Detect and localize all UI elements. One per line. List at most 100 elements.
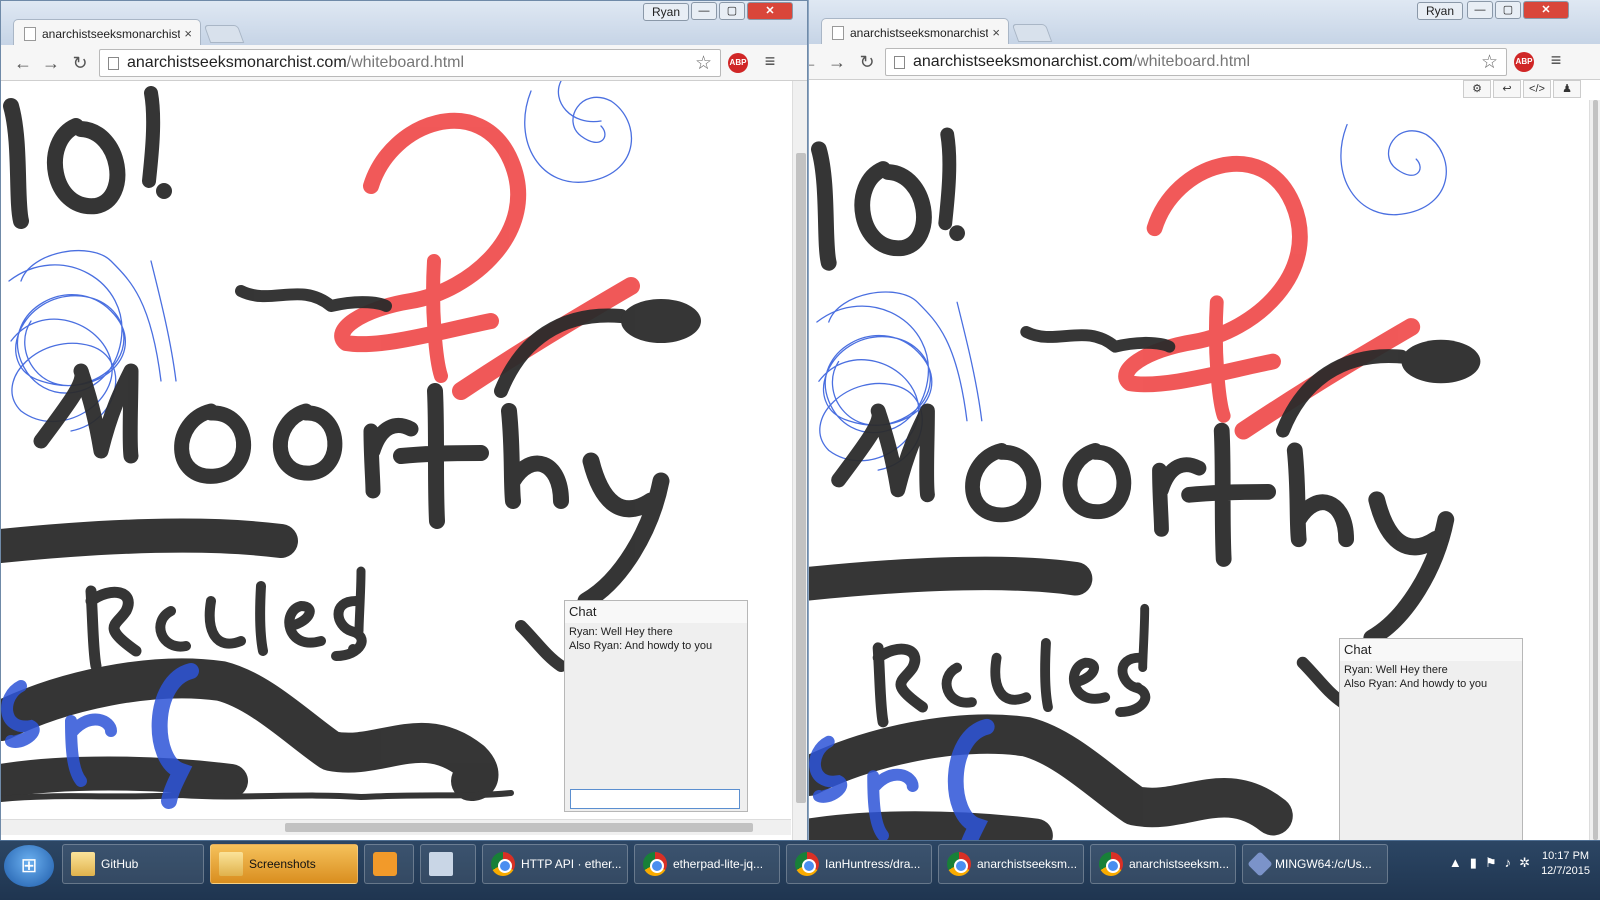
reload-icon[interactable]: ↻ (68, 51, 92, 75)
black-stroke (155, 581, 367, 661)
volume-icon[interactable]: ♪ (1505, 855, 1512, 871)
vertical-scrollbar[interactable] (1589, 100, 1600, 868)
tab-close-icon[interactable]: × (992, 25, 1000, 40)
browser-tab[interactable]: anarchistseeksmonarchist.com × (821, 18, 1009, 46)
reload-icon[interactable]: ↻ (855, 50, 879, 74)
black-stroke (577, 452, 670, 610)
taskbar-item-label: GitHub (101, 857, 139, 871)
tab-close-icon[interactable]: × (184, 26, 192, 41)
black-blob (1401, 339, 1481, 384)
taskbar: ⊞ GitHub Screenshots HTTP API · ether...… (0, 840, 1600, 900)
chrome-icon (795, 852, 819, 876)
taskbar-item-chrome[interactable]: IanHuntress/dra... (786, 844, 932, 884)
new-tab-button[interactable] (1011, 24, 1053, 42)
black-stroke (3, 98, 29, 229)
url-host: anarchistseeksmonarchist.com (127, 54, 347, 71)
black-stroke (1276, 349, 1409, 438)
black-stroke (1181, 422, 1277, 567)
close-button[interactable]: ✕ (1523, 1, 1569, 19)
tab-title: anarchistseeksmonarchist.com (850, 25, 989, 40)
profile-button[interactable]: Ryan (1417, 2, 1464, 20)
black-dot (1132, 682, 1143, 693)
maximize-button[interactable]: ▢ (1495, 1, 1521, 19)
close-button[interactable]: ✕ (747, 2, 793, 20)
start-button[interactable]: ⊞ (4, 845, 54, 887)
browser-toolbar: ← → ↻ anarchistseeksmonarchist.com /whit… (809, 44, 1600, 80)
blue-scribble-stroke (524, 90, 633, 183)
black-stroke (1138, 603, 1150, 673)
taskbar-item-chrome[interactable]: anarchistseeksm... (938, 844, 1084, 884)
page-icon (894, 55, 905, 69)
folder-icon (219, 852, 243, 876)
taskbar-item-chrome[interactable]: HTTP API · ether... (482, 844, 628, 884)
minimize-button[interactable]: — (1467, 1, 1493, 19)
undo-icon[interactable]: ↩ (1493, 80, 1521, 98)
network-icon[interactable]: ▮ (1470, 855, 1477, 871)
black-dot (949, 225, 965, 242)
chat-title: Chat (1340, 639, 1522, 661)
black-dot (156, 183, 172, 199)
vertical-scrollbar[interactable] (792, 81, 807, 841)
menu-icon[interactable]: ≡ (1545, 50, 1567, 74)
black-stroke (1, 756, 248, 798)
forward-icon[interactable]: → (825, 50, 849, 74)
window-frame: anarchistseeksmonarchist.com × Ryan — ▢ … (809, 0, 1600, 46)
chrome-icon (491, 852, 515, 876)
black-stroke (810, 141, 837, 271)
show-hidden-icons-icon[interactable]: ▲ (1449, 855, 1462, 871)
bookmark-star-icon[interactable]: ☆ (695, 52, 712, 75)
flag-icon[interactable]: ⚑ (1485, 855, 1497, 871)
black-stroke (494, 308, 628, 398)
scrollbar-thumb[interactable] (796, 153, 806, 803)
black-stroke (47, 118, 126, 215)
black-stroke (941, 637, 1151, 717)
scrollbar-thumb[interactable] (1593, 100, 1598, 840)
horizontal-scrollbar[interactable] (1, 819, 791, 835)
adblock-icon[interactable]: ABP (728, 53, 748, 73)
taskbar-item-screenshots[interactable]: Screenshots (210, 844, 358, 884)
taskbar-item-media-player[interactable] (364, 844, 414, 884)
blue-scribble-stroke (1340, 123, 1447, 216)
black-stroke (1, 790, 514, 802)
bookmark-star-icon[interactable]: ☆ (1481, 51, 1498, 74)
browser-tab[interactable]: anarchistseeksmonarchist.com × (13, 19, 201, 47)
maximize-button[interactable]: ▢ (719, 2, 745, 20)
taskbar-item-chrome[interactable]: etherpad-lite-jq... (634, 844, 780, 884)
taskbar-item-github[interactable]: GitHub (62, 844, 204, 884)
chat-message: Also Ryan: And howdy to you (569, 640, 713, 652)
taskbar-item-label: etherpad-lite-jq... (673, 857, 764, 871)
black-stroke (1020, 325, 1176, 353)
taskbar-item-label: HTTP API · ether... (521, 857, 622, 871)
system-clock[interactable]: 10:17 PM 12/7/2015 (1541, 849, 1590, 879)
menu-icon[interactable]: ≡ (759, 51, 781, 75)
settings-icon[interactable]: ⚙ (1463, 80, 1491, 98)
media-player-icon (373, 852, 397, 876)
embed-code-icon[interactable]: </> (1523, 80, 1551, 98)
chat-input[interactable] (570, 789, 740, 809)
taskbar-item-chrome[interactable]: anarchistseeksm... (1090, 844, 1236, 884)
taskbar-item-git-bash[interactable]: MINGW64:/c/Us... (1242, 844, 1388, 884)
minimize-button[interactable]: — (691, 2, 717, 20)
black-stroke (1363, 491, 1455, 647)
blue-scribble-stroke (8, 264, 126, 394)
taskbar-item-label: IanHuntress/dra... (825, 857, 921, 871)
black-stroke (872, 642, 928, 728)
back-icon[interactable]: ← (809, 50, 821, 74)
tab-title: anarchistseeksmonarchist.com (42, 26, 181, 41)
taskbar-item-calculator[interactable] (420, 844, 476, 884)
forward-icon[interactable]: → (39, 51, 63, 75)
profile-button[interactable]: Ryan (643, 3, 690, 21)
black-stroke (831, 403, 935, 503)
address-bar[interactable]: anarchistseeksmonarchist.com /whiteboard… (99, 49, 721, 77)
scrollbar-thumb[interactable] (285, 823, 753, 832)
black-stroke (174, 403, 251, 484)
back-icon[interactable]: ← (11, 51, 35, 75)
url-path: /whiteboard.html (1132, 53, 1251, 70)
page-viewport: Chat Ryan: Well Hey there Also Ryan: And… (1, 81, 807, 867)
sync-icon[interactable]: ✲ (1519, 855, 1530, 871)
adblock-icon[interactable]: ABP (1514, 52, 1534, 72)
new-tab-button[interactable] (203, 25, 245, 43)
address-bar[interactable]: anarchistseeksmonarchist.com /whiteboard… (885, 48, 1507, 76)
chrome-icon (1099, 852, 1123, 876)
users-icon[interactable]: ♟ (1553, 80, 1581, 98)
